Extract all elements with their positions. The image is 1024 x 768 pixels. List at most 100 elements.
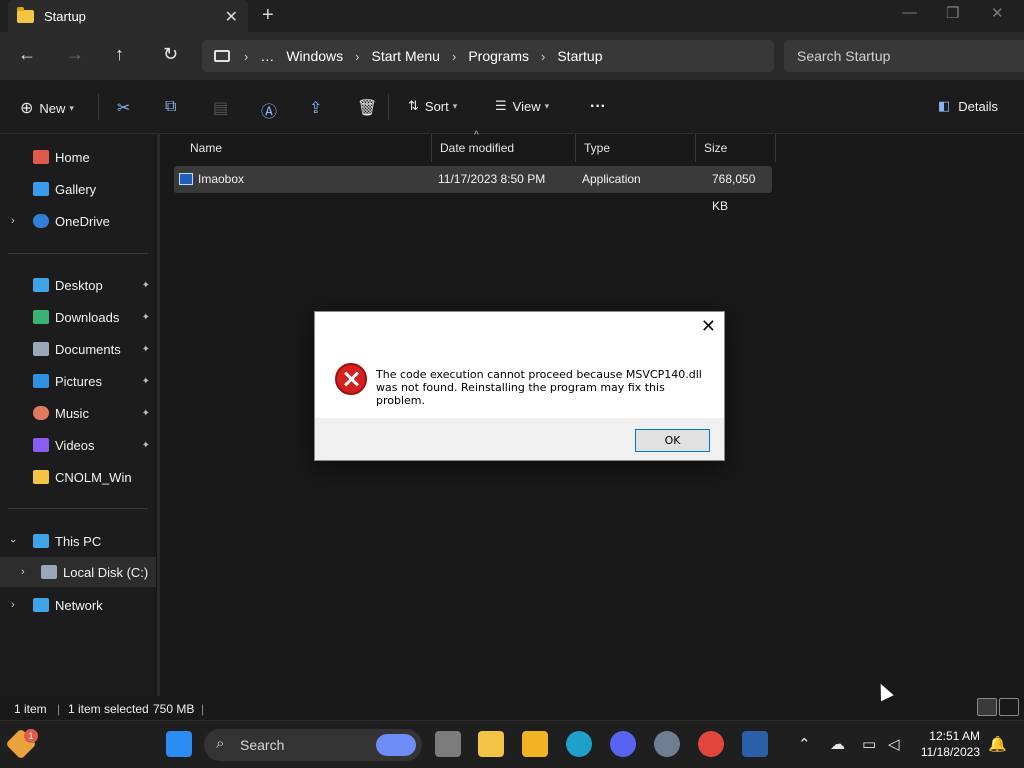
- new-tab-button[interactable]: +: [262, 4, 274, 27]
- file-explorer-icon[interactable]: [478, 731, 504, 757]
- cloud-icon: [33, 214, 49, 228]
- volume-muted-icon[interactable]: ◁: [888, 735, 900, 753]
- column-date-modified[interactable]: Date modified: [432, 134, 576, 162]
- breadcrumb-overflow[interactable]: …: [260, 48, 274, 64]
- back-button[interactable]: ←: [18, 44, 36, 65]
- search-input[interactable]: Search Startup: [784, 40, 1024, 72]
- divider: [8, 253, 148, 254]
- sidebar-item-label: OneDrive: [55, 213, 110, 229]
- sidebar-item-downloads[interactable]: Downloads ✦: [0, 302, 156, 332]
- task-view-icon[interactable]: [435, 731, 461, 757]
- chevron-right-icon: ›: [244, 48, 249, 64]
- discord-icon[interactable]: [610, 731, 636, 757]
- chevron-right-icon: ›: [355, 48, 360, 64]
- more-options-button[interactable]: ···: [590, 98, 606, 116]
- close-window-button[interactable]: ✕: [991, 4, 1004, 22]
- sidebar-item-desktop[interactable]: Desktop ✦: [0, 270, 156, 300]
- error-dialog: ✕ The code execution cannot proceed beca…: [314, 311, 725, 461]
- copilot-icon: [376, 734, 416, 756]
- up-button[interactable]: ↑: [115, 44, 124, 65]
- pin-icon: ✦: [141, 343, 150, 355]
- sidebar-item-home[interactable]: Home: [0, 142, 156, 172]
- cut-icon[interactable]: ✂: [117, 98, 130, 118]
- breadcrumb-windows[interactable]: Windows: [286, 48, 343, 64]
- minimize-button[interactable]: —: [902, 4, 917, 21]
- file-row[interactable]: Imaobox 11/17/2023 8:50 PM Application 7…: [174, 166, 772, 213]
- details-button[interactable]: ◧ Details: [938, 98, 998, 114]
- new-button[interactable]: ⊕ New ▾: [20, 98, 74, 118]
- sidebar-item-label: Desktop: [55, 277, 103, 293]
- chevron-right-icon[interactable]: ›: [11, 599, 15, 611]
- dialog-close-button[interactable]: ✕: [701, 316, 716, 337]
- powershell-icon[interactable]: [742, 731, 768, 757]
- sidebar-item-documents[interactable]: Documents ✦: [0, 334, 156, 364]
- chevron-down-icon[interactable]: ›: [7, 539, 19, 543]
- large-icons-view-button[interactable]: [999, 698, 1019, 716]
- sidebar-item-label: Downloads: [55, 309, 120, 325]
- delete-icon[interactable]: 🗑: [357, 98, 377, 118]
- sidebar-item-label: Music: [55, 405, 89, 421]
- bell-icon[interactable]: 🔔: [988, 735, 1007, 753]
- details-view-button[interactable]: [977, 698, 997, 716]
- tab-close-button[interactable]: ✕: [225, 7, 238, 27]
- sidebar-item-onedrive[interactable]: › OneDrive: [0, 206, 156, 236]
- settings-gear-icon[interactable]: [654, 731, 680, 757]
- sidebar-item-label: Local Disk (C:): [63, 564, 149, 580]
- paste-icon[interactable]: ▤: [213, 98, 228, 118]
- sidebar-item-gallery[interactable]: Gallery: [0, 174, 156, 204]
- sidebar-item-local-disk[interactable]: › Local Disk (C:): [0, 557, 156, 587]
- breadcrumb-start-menu[interactable]: Start Menu: [371, 48, 439, 64]
- clock[interactable]: 12:51 AM 11/18/2023: [921, 728, 980, 760]
- sidebar-item-cnolm-win[interactable]: CNOLM_Win: [0, 462, 156, 492]
- network-icon[interactable]: ▭: [862, 735, 876, 753]
- tab-startup[interactable]: Startup ✕: [8, 0, 248, 32]
- taskbar-search-label: Search: [240, 737, 285, 753]
- sidebar-item-this-pc[interactable]: › This PC: [0, 526, 156, 556]
- computer-icon: [33, 534, 49, 548]
- refresh-button[interactable]: ↻: [163, 44, 178, 65]
- sidebar-item-pictures[interactable]: Pictures ✦: [0, 366, 156, 396]
- sort-button[interactable]: ⇅ Sort ▾: [408, 98, 457, 114]
- rename-icon[interactable]: Ⓐ: [261, 98, 277, 122]
- sidebar-item-music[interactable]: Music ✦: [0, 398, 156, 428]
- windows-start-icon[interactable]: [166, 731, 192, 757]
- file-type: Application: [582, 172, 641, 186]
- taskbar-search[interactable]: ⌕ Search: [204, 729, 422, 761]
- network-icon: [33, 598, 49, 612]
- chevron-right-icon[interactable]: ›: [11, 215, 15, 227]
- column-type[interactable]: Type: [576, 134, 696, 162]
- sidebar-item-label: Pictures: [55, 373, 102, 389]
- column-size[interactable]: Size: [696, 134, 776, 162]
- column-header-row: ^ Name Date modified Type Size: [174, 130, 776, 162]
- desktop-icon: [33, 278, 49, 292]
- sidebar-item-videos[interactable]: Videos ✦: [0, 430, 156, 460]
- document-icon: [33, 342, 49, 356]
- chevron-right-icon[interactable]: ›: [21, 566, 25, 578]
- divider: [8, 508, 148, 509]
- sidebar-splitter[interactable]: [157, 134, 160, 696]
- sidebar-item-network[interactable]: › Network: [0, 590, 156, 620]
- view-button[interactable]: ☰ View ▾: [495, 98, 549, 114]
- file-explorer-icon[interactable]: [522, 731, 548, 757]
- breadcrumb-startup[interactable]: Startup: [557, 48, 602, 64]
- onedrive-icon[interactable]: ☁: [830, 735, 845, 753]
- chevron-right-icon: ›: [451, 48, 457, 64]
- details-pane-icon: ◧: [938, 98, 951, 113]
- sidebar-item-label: Videos: [55, 437, 95, 453]
- forward-button[interactable]: →: [66, 44, 84, 65]
- status-bar: 1 item | 1 item selected 750 MB |: [0, 696, 1024, 720]
- address-bar[interactable]: › … Windows › Start Menu › Programs › St…: [202, 40, 774, 72]
- edge-icon[interactable]: [566, 731, 592, 757]
- ok-button[interactable]: OK: [635, 429, 710, 452]
- share-icon[interactable]: ⇪: [309, 98, 322, 118]
- maximize-button[interactable]: ❐: [946, 4, 959, 22]
- download-icon: [33, 310, 49, 324]
- chrome-icon[interactable]: [698, 731, 724, 757]
- copy-icon[interactable]: ⧉: [165, 98, 176, 116]
- column-name[interactable]: Name: [182, 134, 432, 162]
- breadcrumb-programs[interactable]: Programs: [468, 48, 529, 64]
- selection-size: 750 MB: [153, 702, 195, 716]
- drive-icon: [41, 565, 57, 579]
- view-label: View: [512, 98, 541, 114]
- chevron-up-icon[interactable]: ⌃: [798, 735, 811, 753]
